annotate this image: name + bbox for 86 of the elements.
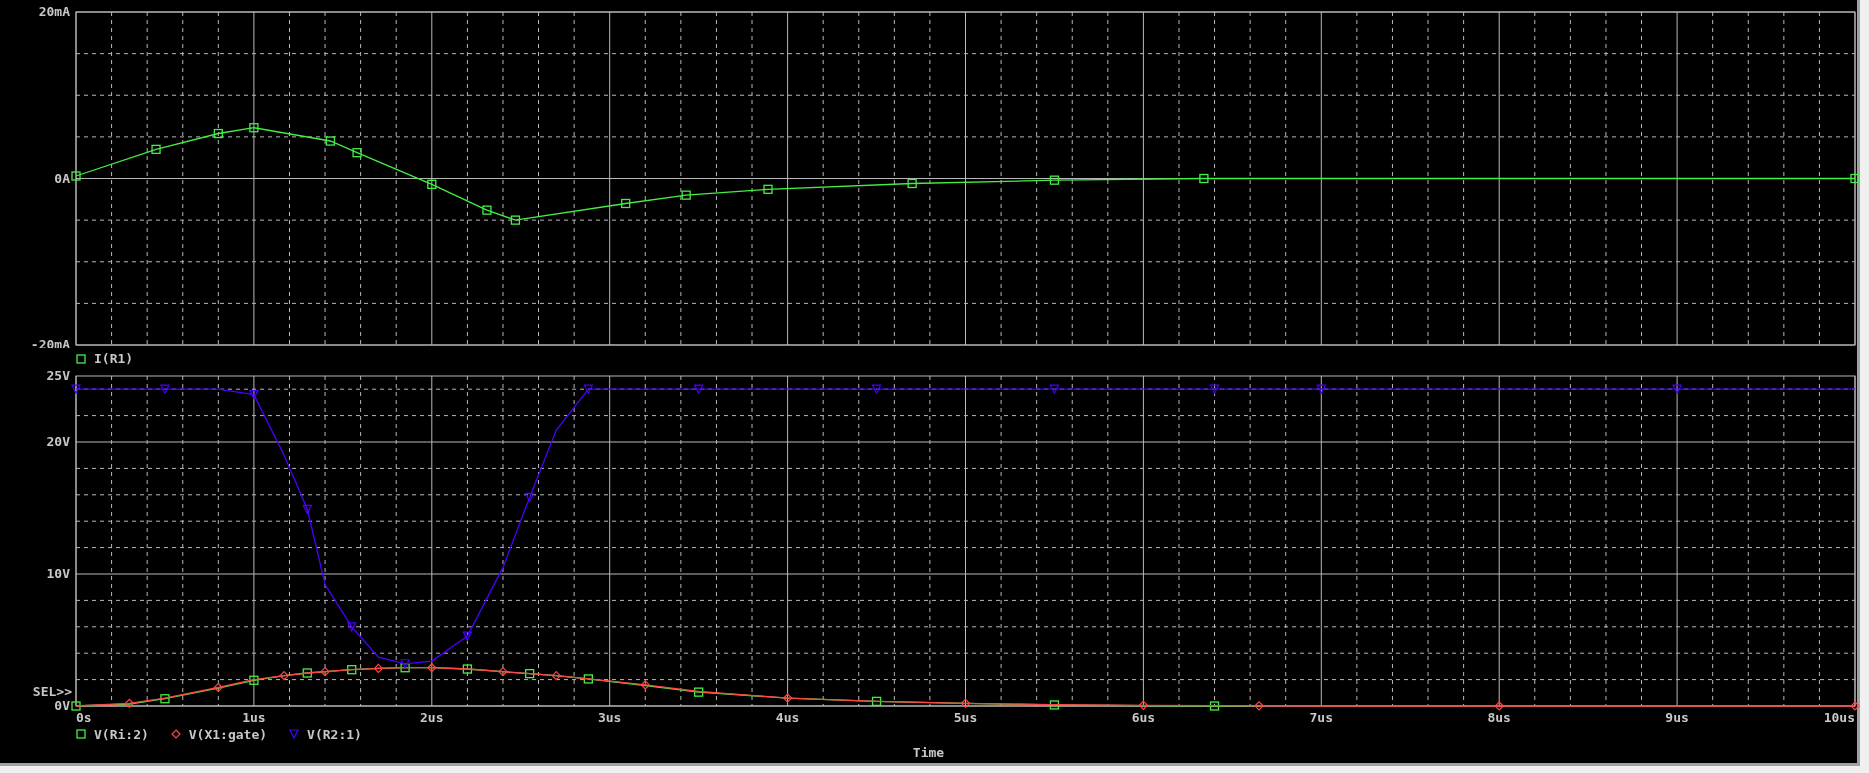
data-marker (160, 693, 170, 704)
x-tick-label: 8us (1487, 709, 1511, 724)
x-axis-title: Time (912, 745, 945, 763)
data-marker (352, 148, 362, 158)
data-marker (1209, 384, 1220, 395)
data-marker (462, 664, 473, 674)
data-marker (694, 687, 704, 697)
data-marker (346, 621, 357, 632)
data-marker (583, 384, 594, 395)
data-marker (1049, 699, 1060, 710)
data-marker (1850, 173, 1860, 184)
data-marker (960, 698, 971, 708)
data-marker (279, 670, 289, 681)
data-marker (782, 692, 793, 703)
legend-label: V(R2:1) (307, 726, 362, 742)
legend-label: V(Ri:2) (94, 726, 149, 742)
data-marker (498, 666, 508, 677)
data-marker (462, 631, 473, 642)
data-marker (1672, 384, 1683, 395)
x-tick-label: 6us (1131, 709, 1156, 724)
legend-marker-icon (170, 729, 181, 740)
data-marker (1049, 384, 1060, 395)
x-tick-label: 9us (1665, 709, 1689, 724)
data-marker (907, 178, 917, 189)
legend-marker-icon (76, 729, 86, 740)
data-marker (1199, 173, 1209, 184)
x-tick-label: 5us (953, 709, 978, 724)
data-marker (373, 663, 384, 673)
data-marker (871, 696, 882, 706)
data-marker (525, 668, 535, 678)
data-marker (249, 123, 259, 133)
data-marker (510, 215, 521, 225)
x-tick-label: 4us (775, 709, 800, 724)
data-marker (482, 205, 492, 215)
cursor-label: SEL>> (32, 683, 72, 699)
data-marker (151, 144, 161, 154)
data-marker (1316, 384, 1327, 395)
data-marker (1138, 700, 1149, 710)
x-tick-label: 1us (242, 709, 266, 724)
x-tick-label: 7us (1309, 709, 1334, 724)
data-marker (583, 673, 593, 684)
data-marker (71, 171, 81, 181)
data-marker (427, 179, 437, 189)
data-marker (551, 670, 562, 681)
data-marker (302, 668, 312, 678)
data-marker (124, 698, 135, 708)
data-marker (347, 664, 357, 674)
y-tick-label: 25V (46, 369, 70, 383)
data-marker (693, 384, 704, 395)
legend-marker-icon (76, 353, 86, 364)
data-marker (213, 682, 224, 692)
data-marker (640, 679, 651, 690)
x-tick-label: 2us (420, 709, 444, 724)
data-marker (871, 384, 882, 395)
data-marker (524, 492, 535, 503)
data-marker (302, 504, 313, 515)
y-tick-label: 0V (54, 697, 70, 713)
data-marker (763, 184, 773, 194)
data-marker (400, 662, 410, 672)
data-marker (325, 136, 336, 146)
data-marker (213, 128, 223, 139)
data-marker (71, 384, 81, 395)
data-marker (1494, 700, 1505, 711)
data-marker (1254, 700, 1264, 711)
y-tick-label: 10V (46, 565, 70, 581)
data-marker (1850, 700, 1860, 711)
x-tick-label: 10us (1823, 709, 1855, 724)
data-marker (249, 675, 259, 685)
data-marker (159, 384, 170, 395)
data-marker (71, 701, 81, 711)
y-tick-label: 0A (54, 170, 70, 186)
data-marker (248, 389, 259, 400)
data-marker (426, 662, 437, 673)
data-marker (1209, 701, 1220, 711)
y-tick-label: 20mA (38, 4, 70, 19)
legend-marker-icon (289, 729, 300, 740)
y-tick-label: 20V (46, 433, 70, 449)
data-marker (320, 666, 330, 677)
data-marker (1049, 175, 1060, 185)
x-tick-label: 0s (76, 709, 92, 724)
data-marker (681, 190, 691, 200)
data-marker (621, 198, 631, 209)
data-marker (400, 658, 411, 669)
legend-label: V(X1:gate) (188, 726, 268, 742)
legend-label: I(R1) (94, 351, 134, 367)
x-tick-label: 3us (597, 709, 622, 724)
